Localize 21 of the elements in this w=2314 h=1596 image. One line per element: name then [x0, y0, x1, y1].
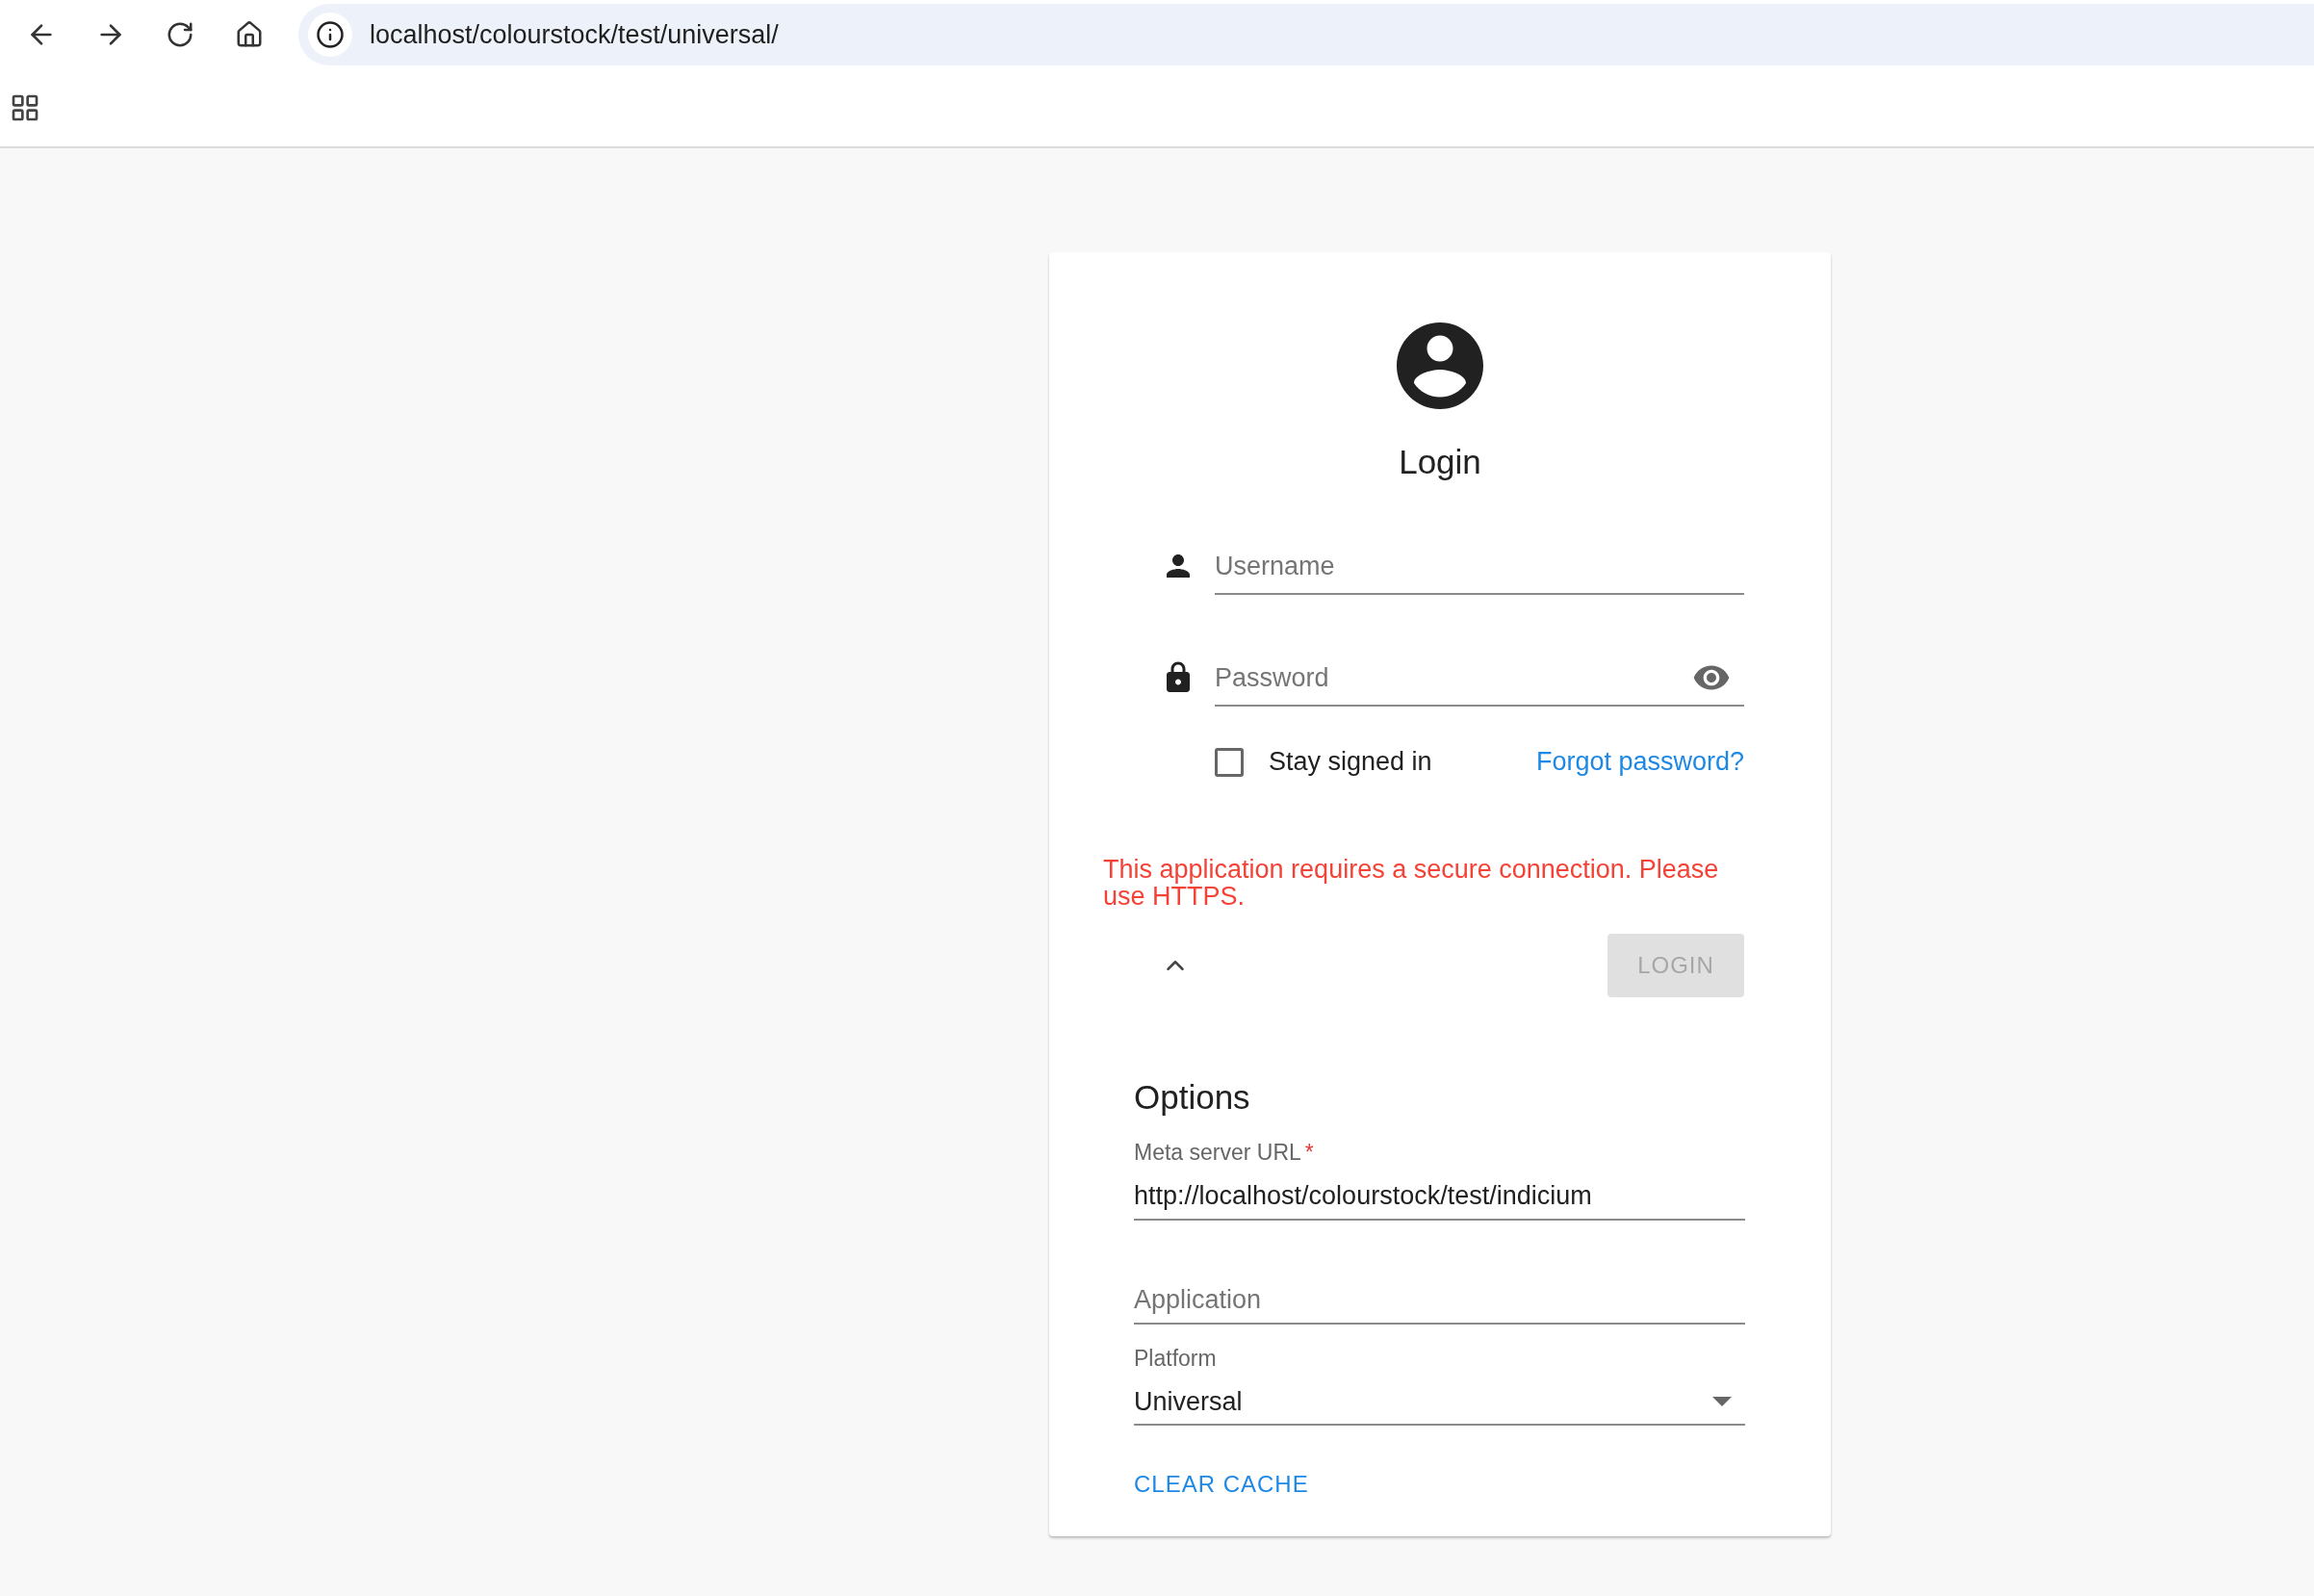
- application-field[interactable]: Application: [1134, 1276, 1745, 1323]
- error-message: This application requires a secure connection. Please use HTTPS.: [1103, 856, 1720, 910]
- meta-server-url-label: Meta server URL *: [1134, 1140, 1315, 1166]
- info-icon[interactable]: [308, 13, 352, 57]
- username-field[interactable]: Username: [1215, 539, 1744, 593]
- meta-server-url-field[interactable]: http://localhost/colourstock/test/indicium: [1134, 1172, 1745, 1219]
- login-title: Login: [1399, 443, 1481, 481]
- reload-icon[interactable]: [166, 20, 194, 49]
- stay-signed-in-label: Stay signed in: [1269, 747, 1432, 777]
- platform-label: Platform: [1134, 1346, 1218, 1372]
- password-field[interactable]: Password: [1215, 651, 1692, 705]
- clear-cache-button[interactable]: CLEAR CACHE: [1134, 1471, 1309, 1498]
- forgot-password-link[interactable]: Forgot password?: [1535, 747, 1744, 777]
- options-title: Options: [1134, 1078, 1251, 1117]
- url-text: localhost/colourstock/test/universal/: [370, 19, 779, 50]
- home-icon[interactable]: [235, 20, 264, 49]
- address-bar[interactable]: localhost/colourstock/test/universal/: [298, 4, 2314, 65]
- apps-grid-icon[interactable]: [10, 92, 40, 123]
- stay-signed-in-checkbox[interactable]: [1215, 747, 1244, 777]
- platform-select[interactable]: Universal: [1134, 1379, 1745, 1426]
- dropdown-arrow-icon: [1712, 1397, 1732, 1406]
